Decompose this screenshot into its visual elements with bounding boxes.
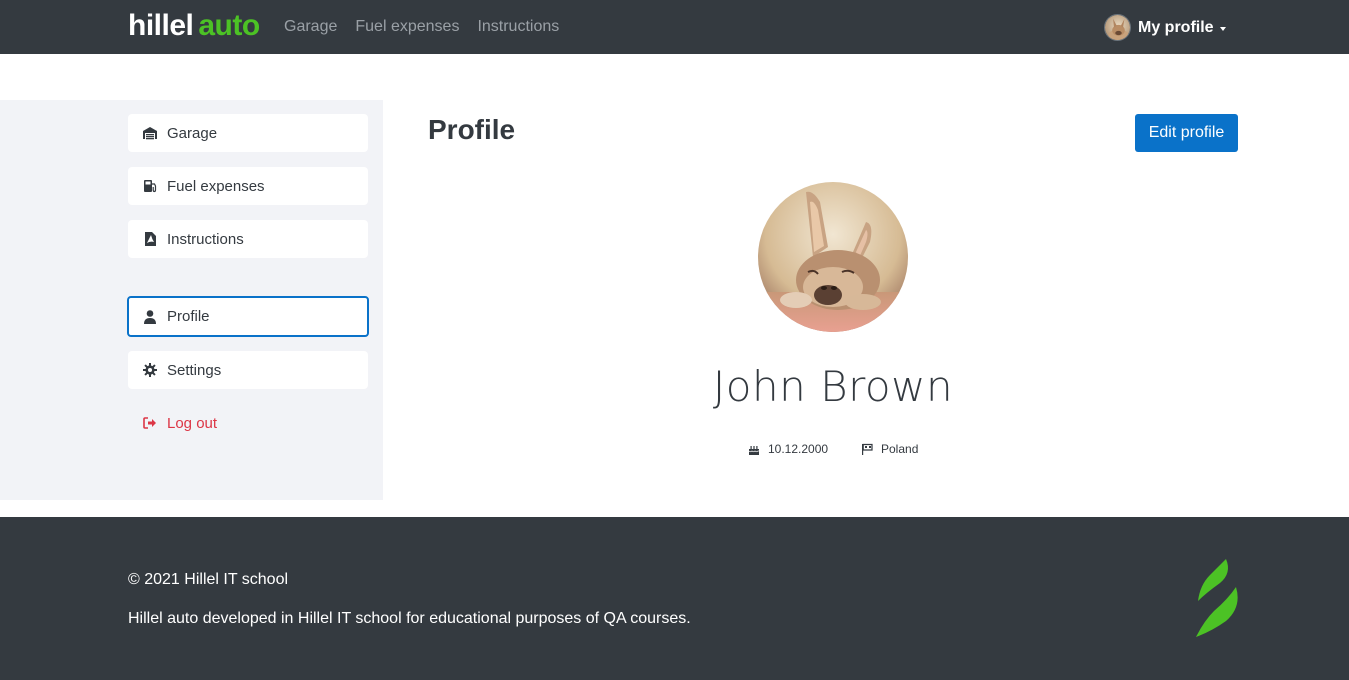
my-profile-label: My profile	[1138, 18, 1214, 36]
sidebar-item-garage[interactable]: Garage	[128, 114, 368, 152]
footer-copyright: © 2021 Hillel IT school	[128, 571, 289, 588]
nav-link-fuel-expenses[interactable]: Fuel expenses	[355, 18, 459, 36]
sidebar-item-profile[interactable]: Profile	[127, 296, 369, 337]
sidebar-item-label: Fuel expenses	[167, 177, 265, 195]
hillel-leaf-logo-icon	[1192, 559, 1242, 639]
logo-text-auto: auto	[198, 9, 260, 42]
footer: © 2021 Hillel IT school Hillel auto deve…	[0, 517, 1349, 680]
hillel-auto-logo[interactable]: hillel auto	[128, 9, 260, 43]
sidebar-item-label: Garage	[167, 124, 218, 142]
profile-name: John Brown	[712, 362, 954, 411]
country-name: Poland	[881, 442, 919, 456]
sidebar-item-logout[interactable]: Log out	[128, 404, 368, 442]
birthday-date: 10.12.2000	[768, 442, 829, 456]
profile-photo	[758, 182, 908, 332]
sidebar-item-instructions[interactable]: Instructions	[128, 220, 368, 258]
footer-description: Hillel auto developed in Hillel IT schoo…	[128, 610, 691, 627]
file-pdf-icon	[142, 231, 158, 247]
gear-icon	[142, 362, 158, 378]
my-profile-dropdown[interactable]: My profile	[1104, 14, 1226, 41]
logout-icon	[142, 415, 158, 431]
logo-text-hillel: hillel	[128, 9, 194, 42]
sidebar-item-label: Log out	[167, 414, 218, 432]
birthday-info: 10.12.2000	[748, 440, 828, 458]
sidebar-item-label: Settings	[167, 361, 222, 379]
sidebar-item-settings[interactable]: Settings	[128, 351, 368, 389]
garage-icon	[142, 125, 158, 141]
user-icon	[142, 309, 158, 325]
sidebar-item-label: Profile	[167, 308, 210, 325]
country-info: Poland	[861, 440, 918, 458]
flag-icon	[861, 443, 873, 455]
top-navbar: hillel auto Garage Fuel expenses Instruc…	[0, 0, 1349, 54]
fuel-pump-icon	[142, 178, 158, 194]
nav-link-instructions[interactable]: Instructions	[477, 18, 559, 36]
avatar	[1104, 14, 1131, 41]
sidebar-item-label: Instructions	[167, 230, 244, 248]
caret-down-icon	[1219, 26, 1226, 31]
birthday-cake-icon	[748, 443, 760, 455]
nav-link-garage[interactable]: Garage	[284, 18, 337, 36]
sidebar-item-fuel-expenses[interactable]: Fuel expenses	[128, 167, 368, 205]
main-nav: Garage Fuel expenses Instructions	[284, 0, 577, 54]
page-title: Profile	[428, 114, 516, 145]
edit-profile-button[interactable]: Edit profile	[1135, 114, 1238, 152]
